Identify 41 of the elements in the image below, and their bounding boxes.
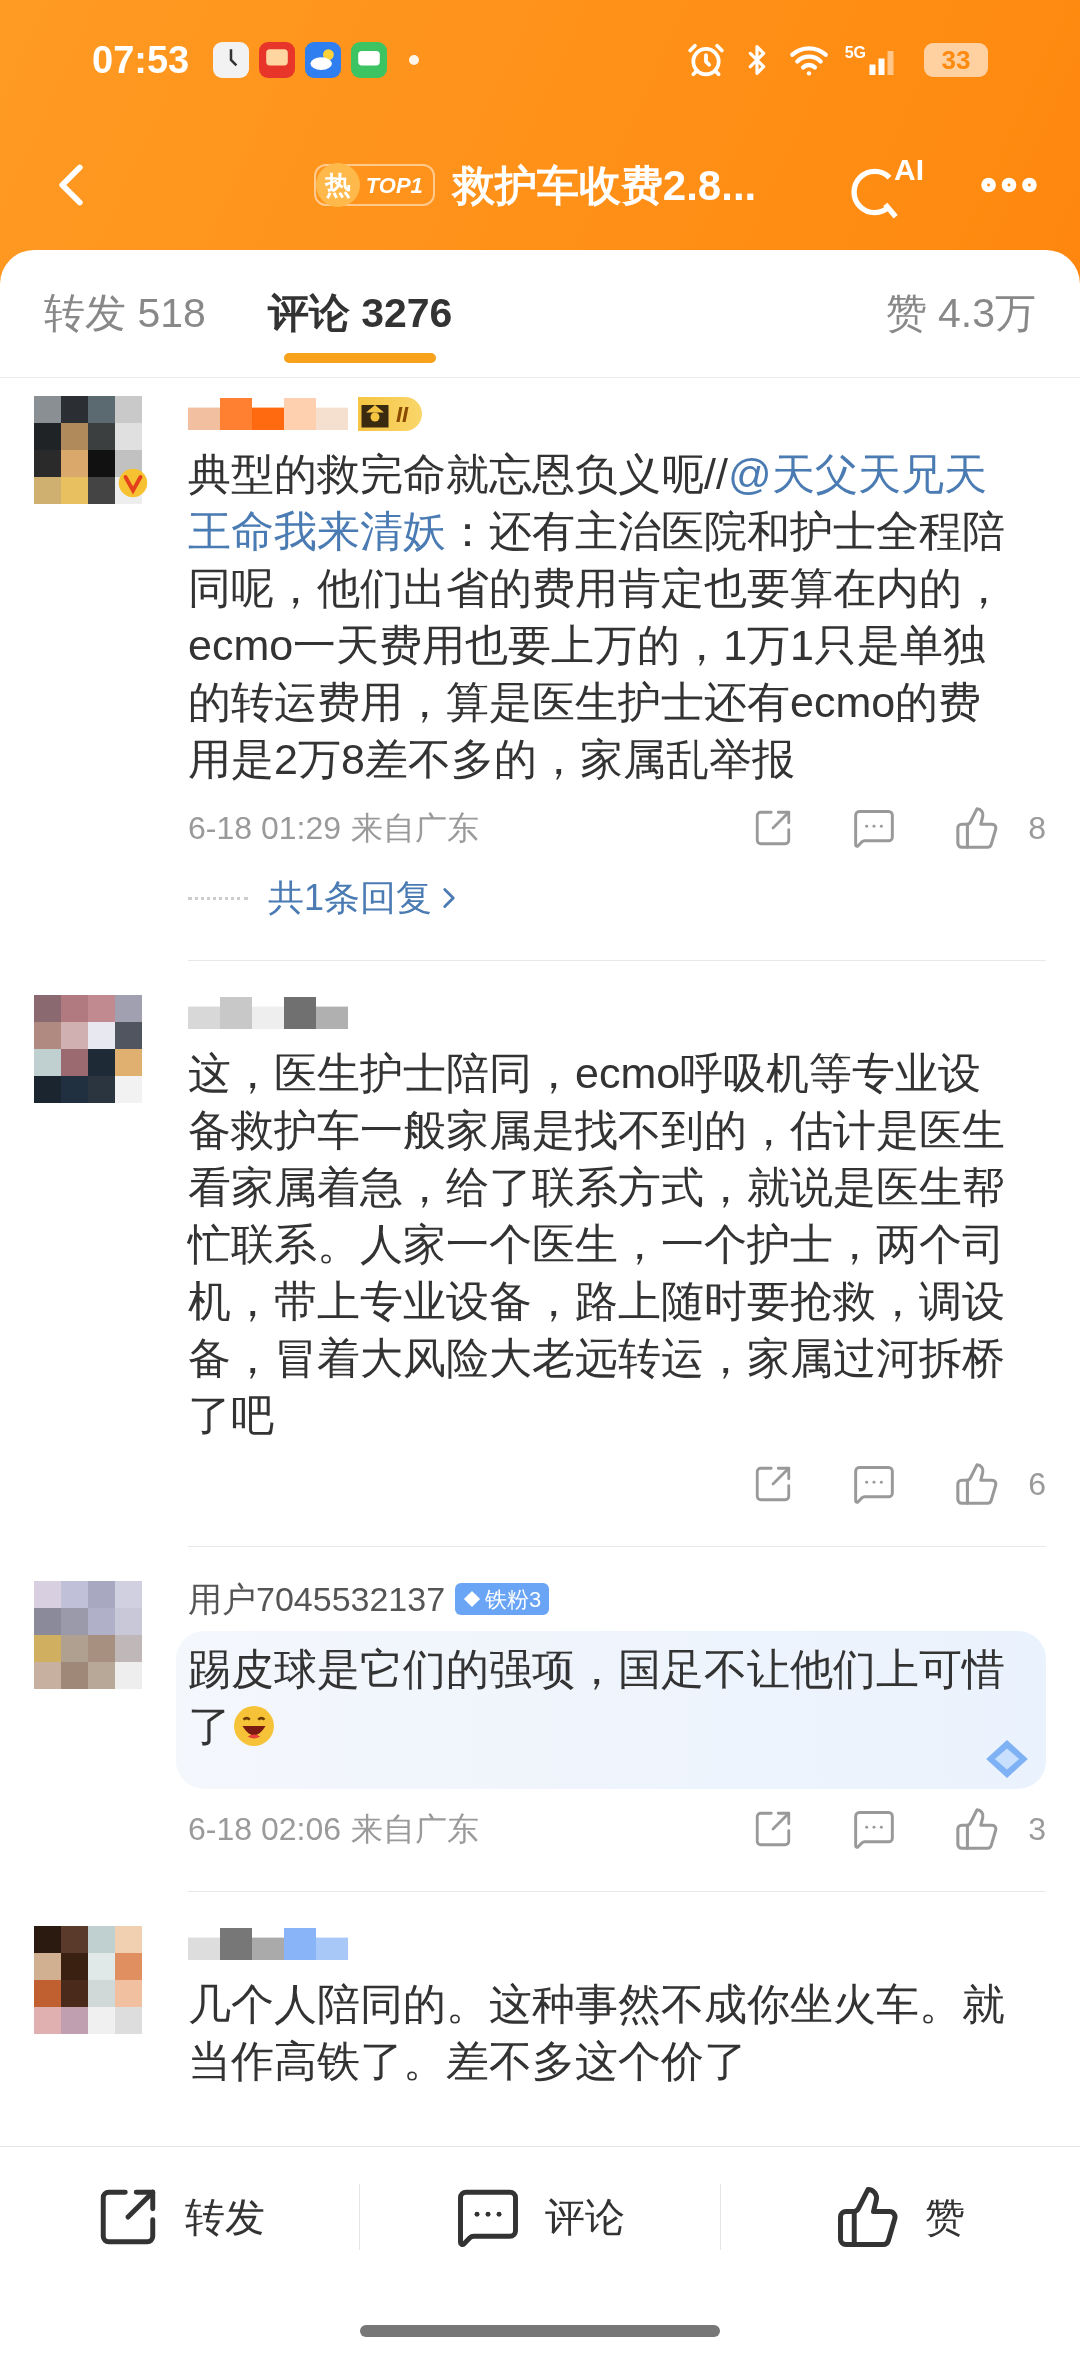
status-time: 07:53 [92, 37, 190, 83]
topic-title: 救护车收费2.8... [452, 160, 757, 211]
avatar[interactable] [34, 396, 142, 504]
like-icon[interactable] [954, 1461, 1000, 1507]
tab[interactable]: 转发 518 [44, 277, 206, 377]
fan-badge: 铁粉3 [455, 1583, 550, 1615]
level-badge: II [358, 397, 423, 431]
comment-time: 6-18 02:06 [188, 1810, 341, 1849]
like-icon[interactable] [954, 1806, 1000, 1852]
like-icon[interactable] [954, 805, 1000, 851]
action-button[interactable]: 评论 [455, 2184, 625, 2250]
ai-search-button[interactable]: AI [844, 147, 924, 223]
comment-time: 6-18 01:29 [188, 809, 341, 848]
comment-text: 典型的救完命就忘恩负义呃//@天父天兄天 王命我来清妖：还有主治医院和护士全程陪同呢，他们出省的费用肯定也要算在内的，ecmo一天费用也要上万的，1万1只是单独的转运费用，算是医生护士还有ecmo的费用是2万8差不多的，家属乱举报 [188, 449, 1006, 785]
comment-text: 几个人陪同的。这种事然不成你坐火车。就当作高铁了。差不多这个价了 [188, 1979, 1006, 2087]
comment-location: 来自广东 [351, 1810, 479, 1849]
mention-link[interactable]: 王命我来清妖 [188, 507, 446, 555]
network-type: 5G [844, 45, 866, 61]
alarm-icon [686, 41, 725, 79]
battery-indicator: 33 [924, 43, 988, 77]
tab[interactable]: 评论 3276 [267, 277, 453, 377]
weather-app-icon [305, 42, 342, 78]
comment-location: 来自广东 [351, 809, 479, 848]
like-count: 8 [1027, 809, 1046, 848]
hot-rank-badge[interactable]: 热 TOP1 [313, 164, 435, 206]
like-count: 6 [1027, 1465, 1046, 1504]
username[interactable]: 用户7045532137 [188, 1573, 446, 1625]
action-button[interactable]: 赞 [835, 2184, 966, 2250]
comment-text: 踢皮球是它们的强项，国足不让他们上可惜了 [188, 1644, 1006, 1752]
home-indicator[interactable] [360, 2324, 720, 2337]
shopping-app-icon [259, 42, 296, 78]
clock-app-icon [213, 42, 250, 78]
like-count: 3 [1027, 1810, 1046, 1849]
tab[interactable]: 赞 4.3万 [885, 277, 1036, 377]
avatar[interactable] [34, 995, 142, 1103]
message-app-icon [351, 42, 388, 78]
replies-link[interactable]: 共1条回复 [268, 871, 467, 925]
action-button[interactable]: 转发 [94, 2184, 265, 2250]
mention-link[interactable]: @天父天兄天 [727, 450, 987, 498]
avatar[interactable] [34, 1926, 142, 2034]
comment-text: 这，医生护士陪同，ecmo呼吸机等专业设备救护车一般家属是找不到的，估计是医生看家属着急，给了联系方式，就说是医生帮忙联系。人家一个医生，一个护士，两个司机，带上专业设备，路上随时要抢救，调设备，冒着大风险大老远转运，家属过河拆桥了吧 [188, 1048, 1006, 1441]
